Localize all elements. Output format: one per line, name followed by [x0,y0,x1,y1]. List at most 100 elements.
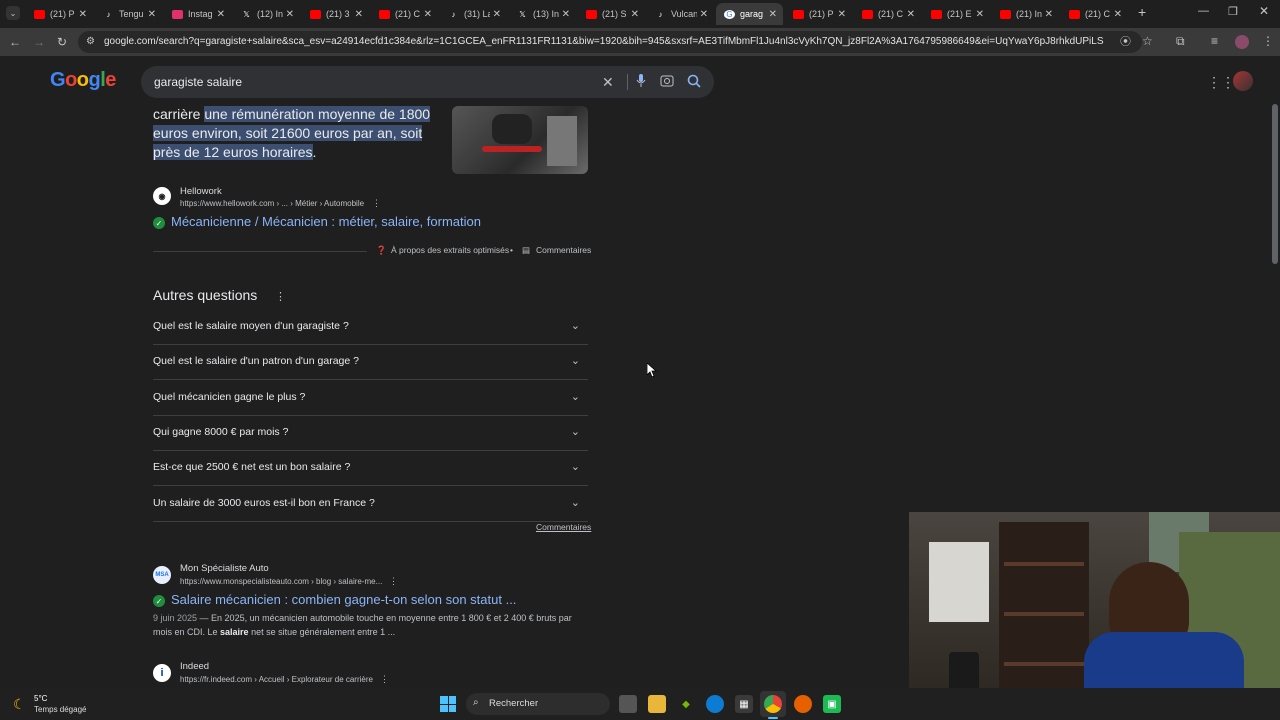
close-tab-icon[interactable]: ✕ [148,9,156,20]
paa-question[interactable]: Un salaire de 3000 euros est-il bon en F… [153,487,588,522]
close-tab-icon[interactable]: ✕ [700,9,708,20]
result2-options-icon[interactable]: ⋮ [380,674,389,685]
source-url[interactable]: https://www.hellowork.com › ... › Métier… [180,199,364,208]
microphone-icon[interactable] [636,74,646,91]
browser-tab[interactable]: (21) In ✕ [992,3,1059,25]
firefox-icon[interactable] [794,695,812,713]
result1-title[interactable]: Salaire mécanicien : combien gagne-t-on … [171,592,516,607]
url-text[interactable]: google.com/search?q=garagiste+salaire&sc… [104,36,1104,47]
close-tab-icon[interactable]: ✕ [562,9,570,20]
close-tab-icon[interactable]: ✕ [907,9,915,20]
result2-url[interactable]: https://fr.indeed.com › Accueil › Explor… [180,675,373,684]
snippet-image[interactable] [452,106,588,174]
close-tab-icon[interactable]: ✕ [838,9,846,20]
chevron-down-icon[interactable]: ⌄ [571,319,580,332]
browser-tab[interactable]: ♪ (31) La ✕ [440,3,507,25]
close-tab-icon[interactable]: ✕ [493,9,501,20]
location-icon[interactable]: ⦿ [1120,35,1131,49]
more-options-icon[interactable]: ⋮ [372,198,381,209]
new-tab-button[interactable]: + [1138,4,1146,20]
reload-icon[interactable]: ↻ [57,35,67,49]
close-tab-icon[interactable]: ✕ [79,9,87,20]
store-icon[interactable]: ▦ [735,695,753,713]
close-tab-icon[interactable]: ✕ [424,9,432,20]
help-icon[interactable]: ❓ [376,245,387,256]
browser-tab[interactable]: (21) P ✕ [26,3,93,25]
source-name[interactable]: Hellowork [180,186,222,197]
google-logo[interactable]: Google [50,69,116,92]
indeed-logo[interactable]: i [153,664,171,682]
close-tab-icon[interactable]: ✕ [355,9,363,20]
paa-question[interactable]: Quel est le salaire d'un patron d'un gar… [153,345,588,381]
browser-tab[interactable]: (21) P ✕ [785,3,852,25]
result1-url[interactable]: https://www.monspecialisteauto.com › blo… [180,577,382,586]
close-tab-icon[interactable]: ✕ [1045,9,1053,20]
result1-site-name[interactable]: Mon Spécialiste Auto [180,563,269,574]
search-icon[interactable] [687,74,701,91]
taskbar-search[interactable]: ⌕ Rechercher [466,693,610,715]
paa-question[interactable]: Quel est le salaire moyen d'un garagiste… [153,310,588,345]
bookmark-star-icon[interactable]: ☆ [1142,34,1153,48]
close-tab-icon[interactable]: ✕ [631,9,639,20]
paa-options-icon[interactable]: ⋮ [275,290,286,303]
paa-question[interactable]: Quel mécanicien gagne le plus ? ⌄ [153,381,588,416]
close-tab-icon[interactable]: ✕ [976,9,984,20]
browser-tab[interactable]: (21) C ✕ [371,3,438,25]
profile-avatar[interactable] [1235,35,1249,49]
close-tab-icon[interactable]: ✕ [217,9,225,20]
paa-question[interactable]: Est-ce que 2500 € net est un bon salaire… [153,451,588,487]
feedback-link[interactable]: Commentaires [536,245,591,255]
browser-tab[interactable]: (21) C ✕ [854,3,921,25]
browser-tab[interactable]: Instag ✕ [164,3,231,25]
maximize-button[interactable]: ❐ [1228,5,1238,18]
browser-tab[interactable]: (21) S ✕ [578,3,645,25]
close-window-button[interactable]: ✕ [1259,4,1269,18]
browser-tab[interactable]: ♪ Vulcan ✕ [647,3,714,25]
chrome-icon[interactable] [764,695,782,713]
browser-tab[interactable]: (21) 3 ✕ [302,3,369,25]
chevron-down-icon[interactable]: ⌄ [571,354,580,367]
site-info-icon[interactable]: ⚙ [86,35,95,49]
browser-tab[interactable]: ♪ Tengu ✕ [95,3,162,25]
hellowork-logo[interactable]: ◉ [153,187,171,205]
paa-question[interactable]: Qui gagne 8000 € par mois ? ⌄ [153,416,588,451]
browser-tab[interactable]: (21) C ✕ [1061,3,1128,25]
weather-temp[interactable]: 5°C [34,694,47,703]
search-input[interactable]: garagiste salaire [154,75,242,89]
address-bar[interactable]: ⚙ google.com/search?q=garagiste+salaire&… [78,31,1142,53]
apps-grid-icon[interactable]: ⋮⋮ [1207,74,1235,91]
file-explorer-icon[interactable] [648,695,666,713]
chevron-down-icon[interactable]: ⌄ [571,425,580,438]
close-tab-icon[interactable]: ✕ [286,9,294,20]
result2-site-name[interactable]: Indeed [180,661,209,672]
app-green-icon[interactable]: ▣ [823,695,841,713]
search-box[interactable]: garagiste salaire ✕ [141,66,714,98]
menu-icon[interactable]: ⋮ [1262,34,1274,48]
browser-tab[interactable]: 𝕏 (13) In ✕ [509,3,576,25]
clear-icon[interactable]: ✕ [602,74,614,90]
weather-icon[interactable]: ☾ [13,696,26,713]
edge-icon[interactable] [706,695,724,713]
start-button[interactable] [440,696,456,712]
account-avatar[interactable] [1233,71,1253,91]
scrollbar-thumb[interactable] [1272,104,1278,264]
feedback-icon[interactable]: ▤ [522,245,530,256]
close-tab-icon[interactable]: ✕ [769,9,777,20]
lens-camera-icon[interactable] [660,74,674,91]
chevron-down-icon[interactable]: ⌄ [571,496,580,509]
about-snippets-link[interactable]: À propos des extraits optimisés [391,245,509,255]
forward-icon[interactable]: → [33,35,45,49]
nvidia-icon[interactable]: ◆ [677,695,695,713]
media-icon[interactable]: ≡ [1211,34,1218,48]
featured-result-title[interactable]: Mécanicienne / Mécanicien : métier, sala… [171,214,481,229]
chevron-down-icon[interactable]: ⌄ [571,390,580,403]
browser-tab[interactable]: (21) E ✕ [923,3,990,25]
tab-search-icon[interactable]: ⌄ [6,6,20,20]
paa-feedback-link[interactable]: Commentaires [536,522,591,532]
minimize-button[interactable]: — [1198,5,1209,17]
weather-desc[interactable]: Temps dégagé [34,705,86,714]
back-icon[interactable]: ← [9,35,21,49]
extensions-icon[interactable]: ⧉ [1176,34,1185,48]
browser-tab[interactable]: Ggarag ✕ [716,3,783,25]
result1-options-icon[interactable]: ⋮ [389,576,398,587]
